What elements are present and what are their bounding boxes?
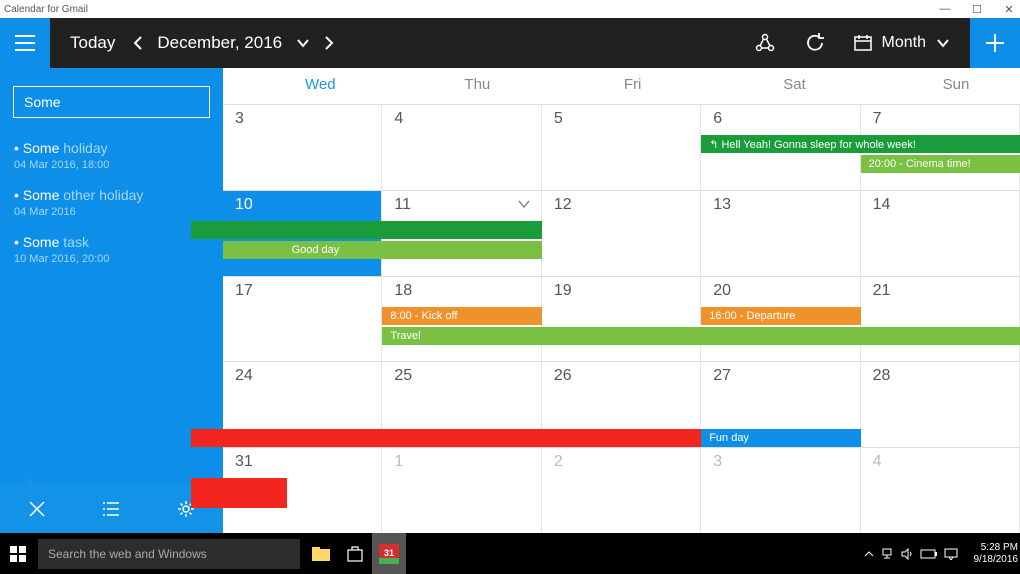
sidebar-pointer xyxy=(24,478,36,485)
window-title: Calendar for Gmail xyxy=(4,4,88,15)
hamburger-menu-button[interactable] xyxy=(0,18,50,68)
calendar-grid: Wed Thu Fri Sat Sun 3 4 5 6 7 ↰ Hell Yea… xyxy=(223,68,1020,533)
expand-day-button[interactable] xyxy=(517,199,531,209)
volume-icon xyxy=(900,548,914,560)
sidebar-bottom-bar xyxy=(0,485,223,533)
tray-volume-button[interactable] xyxy=(900,548,914,560)
day-cell[interactable]: 13 xyxy=(701,191,860,276)
next-month-button[interactable] xyxy=(324,35,334,51)
taskbar-search-input[interactable]: Search the web and Windows xyxy=(38,539,300,569)
task-calendar-app-button[interactable]: 31 xyxy=(372,533,406,574)
folder-icon xyxy=(312,547,330,561)
sidebar: Some • Some holiday 04 Mar 2016, 18:00 •… xyxy=(0,68,223,533)
event-sleep[interactable]: ↰ Hell Yeah! Gonna sleep for whole week! xyxy=(701,135,1020,153)
sidebar-item-task[interactable]: • Some task 10 Mar 2016, 20:00 xyxy=(0,226,223,273)
task-store-button[interactable] xyxy=(338,533,372,574)
start-button[interactable] xyxy=(0,533,36,574)
day-header-wed: Wed xyxy=(223,68,382,104)
today-button[interactable]: Today xyxy=(70,33,115,53)
hamburger-icon xyxy=(15,35,35,51)
sidebar-item-other-holiday[interactable]: • Some other holiday 04 Mar 2016 xyxy=(0,179,223,226)
day-cell[interactable]: 21 xyxy=(861,277,1020,362)
search-input[interactable]: Some xyxy=(13,86,210,118)
close-icon xyxy=(27,499,47,519)
plus-icon xyxy=(983,31,1007,55)
day-cell[interactable]: 4 xyxy=(861,448,1020,533)
event-kickoff[interactable]: 8:00 - Kick off xyxy=(382,307,541,325)
battery-icon xyxy=(920,549,938,559)
calendar-icon xyxy=(854,35,872,51)
notifications-icon xyxy=(944,548,958,560)
close-search-button[interactable] xyxy=(27,499,47,519)
view-selector[interactable]: Month xyxy=(854,34,950,52)
day-header-fri: Fri xyxy=(542,68,701,104)
tray-network-button[interactable] xyxy=(880,548,894,560)
windows-taskbar: Search the web and Windows 31 5:28 PM 9/… xyxy=(0,533,1020,574)
tray-notifications-button[interactable] xyxy=(944,548,958,560)
chevron-down-icon xyxy=(936,38,950,48)
event-bar-green-dark[interactable] xyxy=(191,221,542,239)
tray-up-button[interactable] xyxy=(864,550,874,558)
share-icon xyxy=(754,32,776,54)
store-icon xyxy=(347,546,363,562)
day-cell[interactable]: 17 xyxy=(223,277,382,362)
taskbar-clock[interactable]: 5:28 PM 9/18/2016 xyxy=(974,542,1019,566)
maximize-button[interactable]: ☐ xyxy=(970,2,984,16)
day-cell[interactable]: 5 xyxy=(542,105,701,190)
event-goodday[interactable]: Good day xyxy=(223,241,542,259)
list-view-button[interactable] xyxy=(101,501,121,517)
event-travel[interactable]: Travel xyxy=(382,327,1020,345)
month-dropdown-button[interactable] xyxy=(296,38,310,48)
day-cell[interactable]: 14 xyxy=(861,191,1020,276)
network-icon xyxy=(880,548,894,560)
svg-text:31: 31 xyxy=(384,548,394,558)
day-cell[interactable]: 28 xyxy=(861,362,1020,447)
chevron-right-icon xyxy=(324,35,334,51)
add-event-button[interactable] xyxy=(970,18,1020,68)
month-year-label[interactable]: December, 2016 xyxy=(157,33,282,53)
refresh-icon xyxy=(804,32,826,54)
chevron-up-icon xyxy=(864,550,874,558)
day-cell[interactable]: 3 xyxy=(223,105,382,190)
day-cell[interactable]: 4 xyxy=(382,105,541,190)
day-cell[interactable]: 12 xyxy=(542,191,701,276)
day-header-thu: Thu xyxy=(382,68,541,104)
chevron-down-icon xyxy=(517,199,531,209)
tray-battery-button[interactable] xyxy=(920,549,938,559)
chevron-left-icon xyxy=(133,35,143,51)
list-icon xyxy=(101,501,121,517)
event-funday[interactable]: Fun day xyxy=(701,429,860,447)
app-header: Today December, 2016 Month xyxy=(0,18,1020,68)
calendar-app-icon: 31 xyxy=(377,542,401,566)
share-button[interactable] xyxy=(754,32,776,54)
task-folder-button[interactable] xyxy=(304,533,338,574)
windows-logo-icon xyxy=(10,546,26,562)
sidebar-item-holiday[interactable]: • Some holiday 04 Mar 2016, 18:00 xyxy=(0,132,223,179)
day-header-sat: Sat xyxy=(701,68,860,104)
event-cinema[interactable]: 20:00 - Cinema time! xyxy=(861,155,1020,173)
minimize-button[interactable]: — xyxy=(938,2,952,16)
chevron-down-icon xyxy=(296,38,310,48)
prev-month-button[interactable] xyxy=(133,35,143,51)
window-titlebar: Calendar for Gmail — ☐ ✕ xyxy=(0,0,1020,18)
view-label: Month xyxy=(882,34,926,52)
day-cell[interactable]: 2 xyxy=(542,448,701,533)
day-cell[interactable]: 19 xyxy=(542,277,701,362)
close-window-button[interactable]: ✕ xyxy=(1002,2,1016,16)
event-bar-red[interactable] xyxy=(191,429,701,447)
event-bar-red-small[interactable] xyxy=(191,478,287,508)
day-cell[interactable]: 3 xyxy=(701,448,860,533)
day-cell[interactable]: 1 xyxy=(382,448,541,533)
event-departure[interactable]: 16:00 - Departure xyxy=(701,307,860,325)
day-header-sun: Sun xyxy=(861,68,1020,104)
refresh-button[interactable] xyxy=(804,32,826,54)
